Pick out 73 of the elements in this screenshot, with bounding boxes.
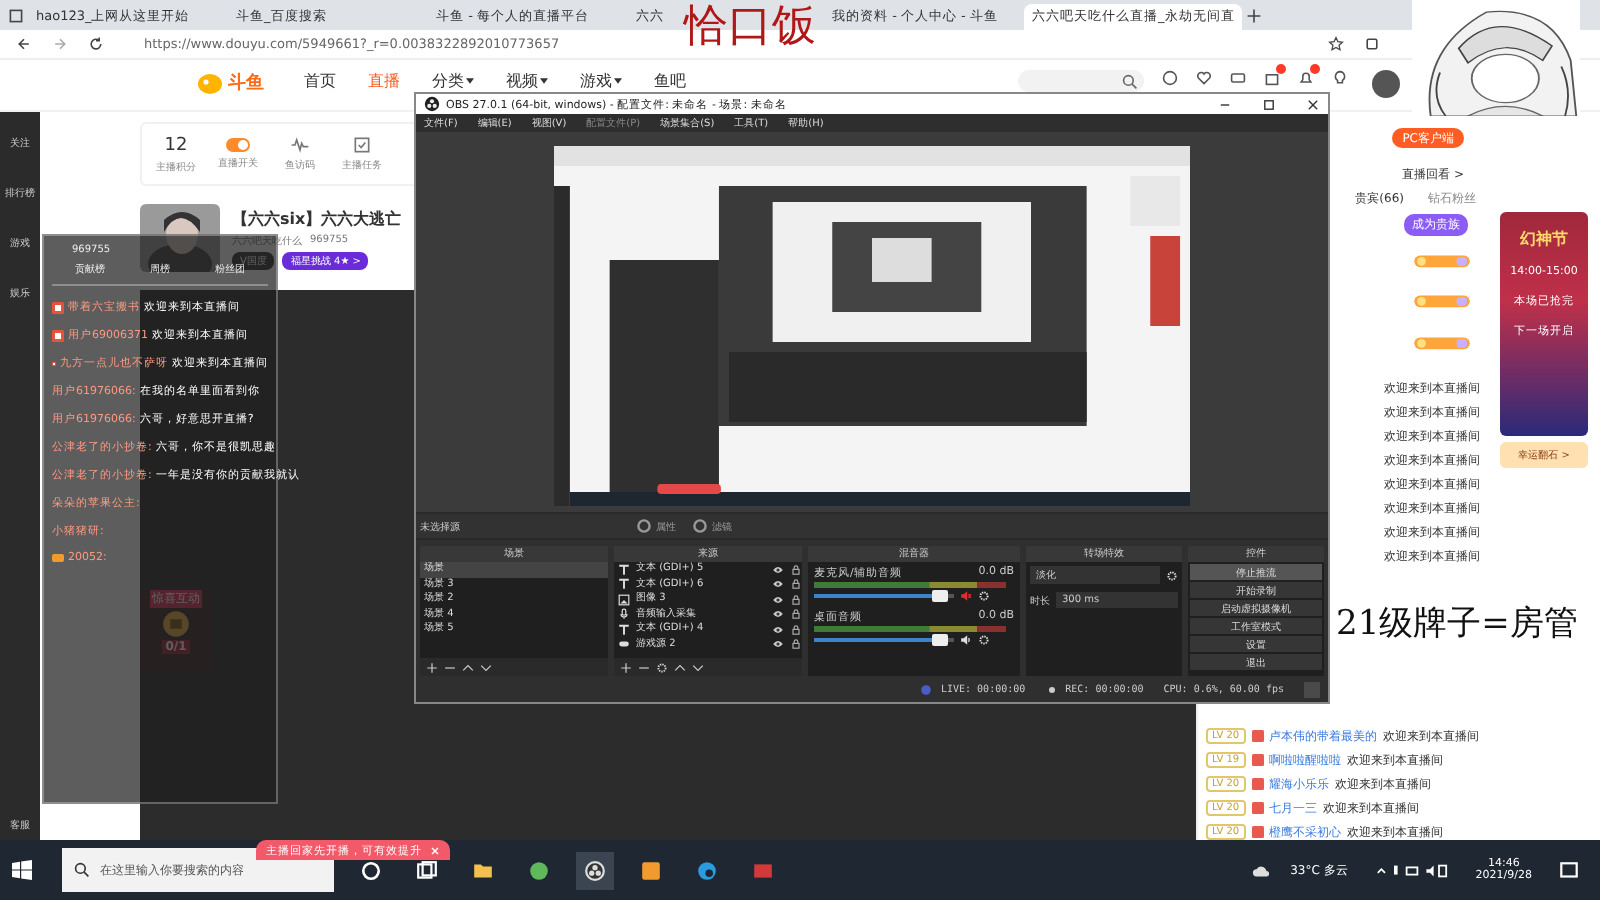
- lock-icon[interactable]: [790, 608, 802, 621]
- record-icon: [1045, 683, 1058, 695]
- tab-actions-icon[interactable]: [8, 7, 24, 23]
- star-icon[interactable]: [1328, 36, 1344, 52]
- caption-overlay: 21级牌子=房管: [1336, 608, 1578, 642]
- banner-title: 幻神节: [1520, 228, 1568, 250]
- extension-icon[interactable]: [1364, 36, 1380, 52]
- plus-icon[interactable]: [1246, 7, 1263, 23]
- close-icon[interactable]: [1306, 97, 1320, 111]
- lock-icon[interactable]: [790, 563, 802, 576]
- nav-link[interactable]: 鱼吧: [654, 70, 686, 92]
- nav-link[interactable]: 游戏: [580, 70, 622, 92]
- entry-badge-icon: [52, 329, 64, 341]
- nav-link[interactable]: 视频: [506, 70, 548, 92]
- stream-title: 【六六six】六六大逃亡: [232, 207, 402, 229]
- video-icon[interactable]: [1230, 70, 1246, 86]
- checklist-icon[interactable]: [352, 136, 372, 154]
- maximize-icon[interactable]: [1262, 97, 1276, 111]
- search-icon: [74, 862, 90, 878]
- search-icon[interactable]: [1122, 73, 1138, 89]
- status-indicator: [1304, 681, 1320, 697]
- lock-icon[interactable]: [790, 593, 802, 606]
- avatar[interactable]: [1372, 70, 1400, 98]
- lock-icon[interactable]: [790, 623, 802, 636]
- gamepad-icon: [618, 638, 630, 651]
- eye-icon[interactable]: [772, 638, 784, 651]
- toggle-switch[interactable]: [226, 138, 250, 152]
- add-icon[interactable]: [426, 661, 438, 673]
- eye-icon[interactable]: [772, 608, 784, 621]
- lock-icon[interactable]: [790, 578, 802, 591]
- eye-icon[interactable]: [772, 623, 784, 636]
- eye-icon[interactable]: [772, 563, 784, 576]
- entry-badge-icon: [52, 301, 64, 313]
- bulb-icon[interactable]: [1332, 70, 1348, 86]
- waveform-icon[interactable]: [290, 136, 310, 154]
- reload-icon[interactable]: [88, 36, 104, 52]
- lock-icon[interactable]: [790, 638, 802, 651]
- eye-icon[interactable]: [772, 593, 784, 606]
- cloud-icon: [1250, 861, 1273, 879]
- caret-icon: [540, 78, 548, 84]
- microphone-icon: [618, 608, 630, 621]
- settings-icon[interactable]: [1166, 569, 1178, 581]
- image-icon: [618, 593, 630, 606]
- settings-icon[interactable]: [656, 661, 668, 673]
- bell-icon[interactable]: [1298, 70, 1314, 86]
- move-up-icon[interactable]: [462, 661, 474, 673]
- eye-icon[interactable]: [772, 578, 784, 591]
- stat-value: 12: [164, 135, 188, 155]
- clock-icon[interactable]: [1162, 70, 1178, 86]
- caption-overlay: 恰口饭: [684, 6, 816, 50]
- move-down-icon[interactable]: [692, 661, 704, 673]
- live-icon: [920, 683, 933, 695]
- speaker-icon[interactable]: [960, 634, 972, 646]
- gift-badge-icon: [52, 552, 64, 564]
- nav-link[interactable]: 首页: [304, 70, 336, 92]
- nav-link[interactable]: 分类: [432, 70, 474, 92]
- remove-icon[interactable]: [638, 661, 650, 673]
- search-field[interactable]: [1018, 70, 1144, 92]
- add-icon[interactable]: [620, 661, 632, 673]
- back-icon[interactable]: [16, 36, 32, 52]
- text-icon: [618, 623, 630, 636]
- settings-icon[interactable]: [978, 634, 990, 646]
- windows-start-icon[interactable]: [12, 860, 32, 880]
- settings-icon[interactable]: [978, 590, 990, 602]
- move-up-icon[interactable]: [674, 661, 686, 673]
- caret-icon: [466, 78, 474, 84]
- gift-icon[interactable]: [1264, 70, 1280, 86]
- move-down-icon[interactable]: [480, 661, 492, 673]
- heart-icon[interactable]: [1196, 70, 1212, 86]
- obs-icon[interactable]: [576, 851, 614, 889]
- remove-icon[interactable]: [444, 661, 456, 673]
- muted-speaker-icon[interactable]: [960, 590, 972, 602]
- caret-icon: [614, 78, 622, 84]
